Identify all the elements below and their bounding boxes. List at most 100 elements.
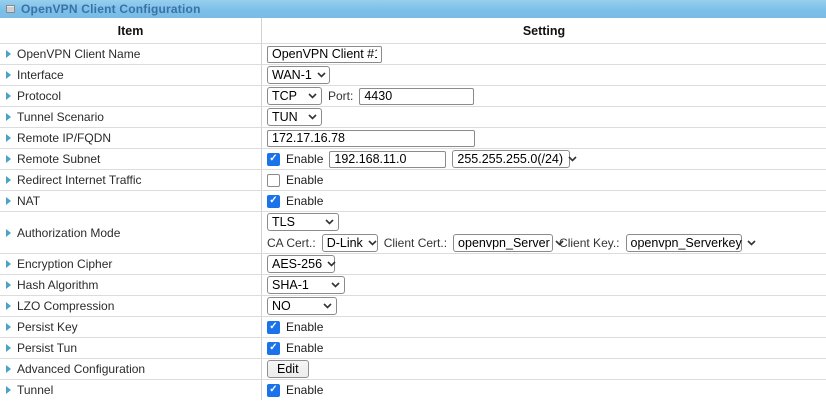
row-protocol: Protocol TCP Port: <box>0 86 826 107</box>
bullet-arrow-icon <box>6 113 11 121</box>
remote-subnet-ip-input[interactable] <box>329 151 446 168</box>
row-nat: NAT ✓ Enable <box>0 191 826 212</box>
window-icon <box>6 5 15 13</box>
chevron-down-icon <box>568 156 577 162</box>
ca-cert-label: CA Cert.: <box>267 236 316 250</box>
enable-label: Enable <box>286 152 323 166</box>
row-advanced-configuration: Advanced Configuration Edit <box>0 359 826 380</box>
chevron-down-icon <box>308 114 317 120</box>
client-key-select[interactable]: openvpn_Serverkey <box>626 234 742 252</box>
item-label: Persist Tun <box>17 341 77 355</box>
enable-label: Enable <box>286 320 323 334</box>
ca-cert-select[interactable]: D-Link <box>322 234 378 252</box>
protocol-selected-value: TCP <box>272 89 297 103</box>
row-hash-algorithm: Hash Algorithm SHA-1 <box>0 275 826 296</box>
bullet-arrow-icon <box>6 155 11 163</box>
persist-key-enable-checkbox[interactable]: ✓ <box>267 321 280 334</box>
bullet-arrow-icon <box>6 71 11 79</box>
client-name-input[interactable] <box>267 46 382 63</box>
protocol-select[interactable]: TCP <box>267 87 322 105</box>
port-input[interactable] <box>359 88 474 105</box>
item-label: Encryption Cipher <box>17 257 112 271</box>
encryption-cipher-select[interactable]: AES-256 <box>267 255 335 273</box>
bullet-arrow-icon <box>6 281 11 289</box>
item-label: Remote IP/FQDN <box>17 131 111 145</box>
item-label: LZO Compression <box>17 299 114 313</box>
bullet-arrow-icon <box>6 197 11 205</box>
remote-subnet-mask-value: 255.255.255.0(/24) <box>457 152 563 166</box>
nat-enable-checkbox[interactable]: ✓ <box>267 195 280 208</box>
item-label: NAT <box>17 194 40 208</box>
tunnel-enable-checkbox[interactable]: ✓ <box>267 384 280 397</box>
panel-title-bar: OpenVPN Client Configuration <box>0 0 826 18</box>
item-label: Protocol <box>17 89 61 103</box>
client-cert-label: Client Cert.: <box>384 236 447 250</box>
column-header-item: Item <box>0 18 262 43</box>
tunnel-scenario-selected-value: TUN <box>272 110 298 124</box>
tunnel-scenario-select[interactable]: TUN <box>267 108 322 126</box>
enable-label: Enable <box>286 194 323 208</box>
item-label: Advanced Configuration <box>17 362 145 376</box>
row-redirect-traffic: Redirect Internet Traffic ✓ Enable <box>0 170 826 191</box>
item-label: Tunnel <box>17 383 53 397</box>
item-label: Remote Subnet <box>17 152 100 166</box>
persist-tun-enable-checkbox[interactable]: ✓ <box>267 342 280 355</box>
chevron-down-icon <box>327 261 336 267</box>
checkmark-icon: ✓ <box>269 154 277 164</box>
chevron-down-icon <box>331 282 340 288</box>
chevron-down-icon <box>368 240 377 246</box>
advanced-edit-button[interactable]: Edit <box>267 360 309 378</box>
row-client-name: OpenVPN Client Name <box>0 44 826 65</box>
remote-subnet-enable-checkbox[interactable]: ✓ <box>267 153 280 166</box>
chevron-down-icon <box>317 72 326 78</box>
client-key-label: Client Key.: <box>559 236 619 250</box>
row-remote-subnet: Remote Subnet ✓ Enable 255.255.255.0(/24… <box>0 149 826 170</box>
lzo-compression-select[interactable]: NO <box>267 297 337 315</box>
lzo-compression-value: NO <box>272 299 291 313</box>
client-cert-value: openvpn_Server <box>458 236 550 250</box>
chevron-down-icon <box>325 219 334 225</box>
bullet-arrow-icon <box>6 260 11 268</box>
interface-select[interactable]: WAN-1 <box>267 66 330 84</box>
item-label: Redirect Internet Traffic <box>17 173 142 187</box>
encryption-cipher-value: AES-256 <box>272 257 322 271</box>
bullet-arrow-icon <box>6 176 11 184</box>
item-label: Persist Key <box>17 320 78 334</box>
item-label: Authorization Mode <box>17 226 120 240</box>
bullet-arrow-icon <box>6 365 11 373</box>
panel-title: OpenVPN Client Configuration <box>21 2 201 16</box>
table-header-row: Item Setting <box>0 18 826 44</box>
ca-cert-value: D-Link <box>327 236 363 250</box>
bullet-arrow-icon <box>6 50 11 58</box>
bullet-arrow-icon <box>6 386 11 394</box>
checkmark-icon: ✓ <box>269 385 277 395</box>
redirect-traffic-enable-checkbox[interactable]: ✓ <box>267 174 280 187</box>
interface-selected-value: WAN-1 <box>272 68 312 82</box>
authorization-mode-select[interactable]: TLS <box>267 213 339 231</box>
enable-label: Enable <box>286 341 323 355</box>
enable-label: Enable <box>286 173 323 187</box>
bullet-arrow-icon <box>6 92 11 100</box>
bullet-arrow-icon <box>6 229 11 237</box>
row-encryption-cipher: Encryption Cipher AES-256 <box>0 254 826 275</box>
row-persist-tun: Persist Tun ✓ Enable <box>0 338 826 359</box>
checkmark-icon: ✓ <box>269 343 277 353</box>
item-label: Interface <box>17 68 64 82</box>
chevron-down-icon <box>308 93 317 99</box>
row-tunnel-scenario: Tunnel Scenario TUN <box>0 107 826 128</box>
row-tunnel: Tunnel ✓ Enable <box>0 380 826 400</box>
port-label: Port: <box>328 89 353 103</box>
row-lzo-compression: LZO Compression NO <box>0 296 826 317</box>
remote-subnet-mask-select[interactable]: 255.255.255.0(/24) <box>452 150 570 168</box>
hash-algorithm-value: SHA-1 <box>272 278 309 292</box>
hash-algorithm-select[interactable]: SHA-1 <box>267 276 345 294</box>
bullet-arrow-icon <box>6 344 11 352</box>
openvpn-client-config-panel: OpenVPN Client Configuration Item Settin… <box>0 0 826 405</box>
remote-ip-input[interactable] <box>267 130 475 147</box>
row-remote-ip: Remote IP/FQDN <box>0 128 826 149</box>
column-header-setting: Setting <box>262 18 826 43</box>
row-authorization-mode: Authorization Mode TLS CA Cert.: D-Link … <box>0 212 826 254</box>
client-cert-select[interactable]: openvpn_Server <box>453 234 553 252</box>
chevron-down-icon <box>747 240 756 246</box>
authorization-mode-value: TLS <box>272 215 295 229</box>
